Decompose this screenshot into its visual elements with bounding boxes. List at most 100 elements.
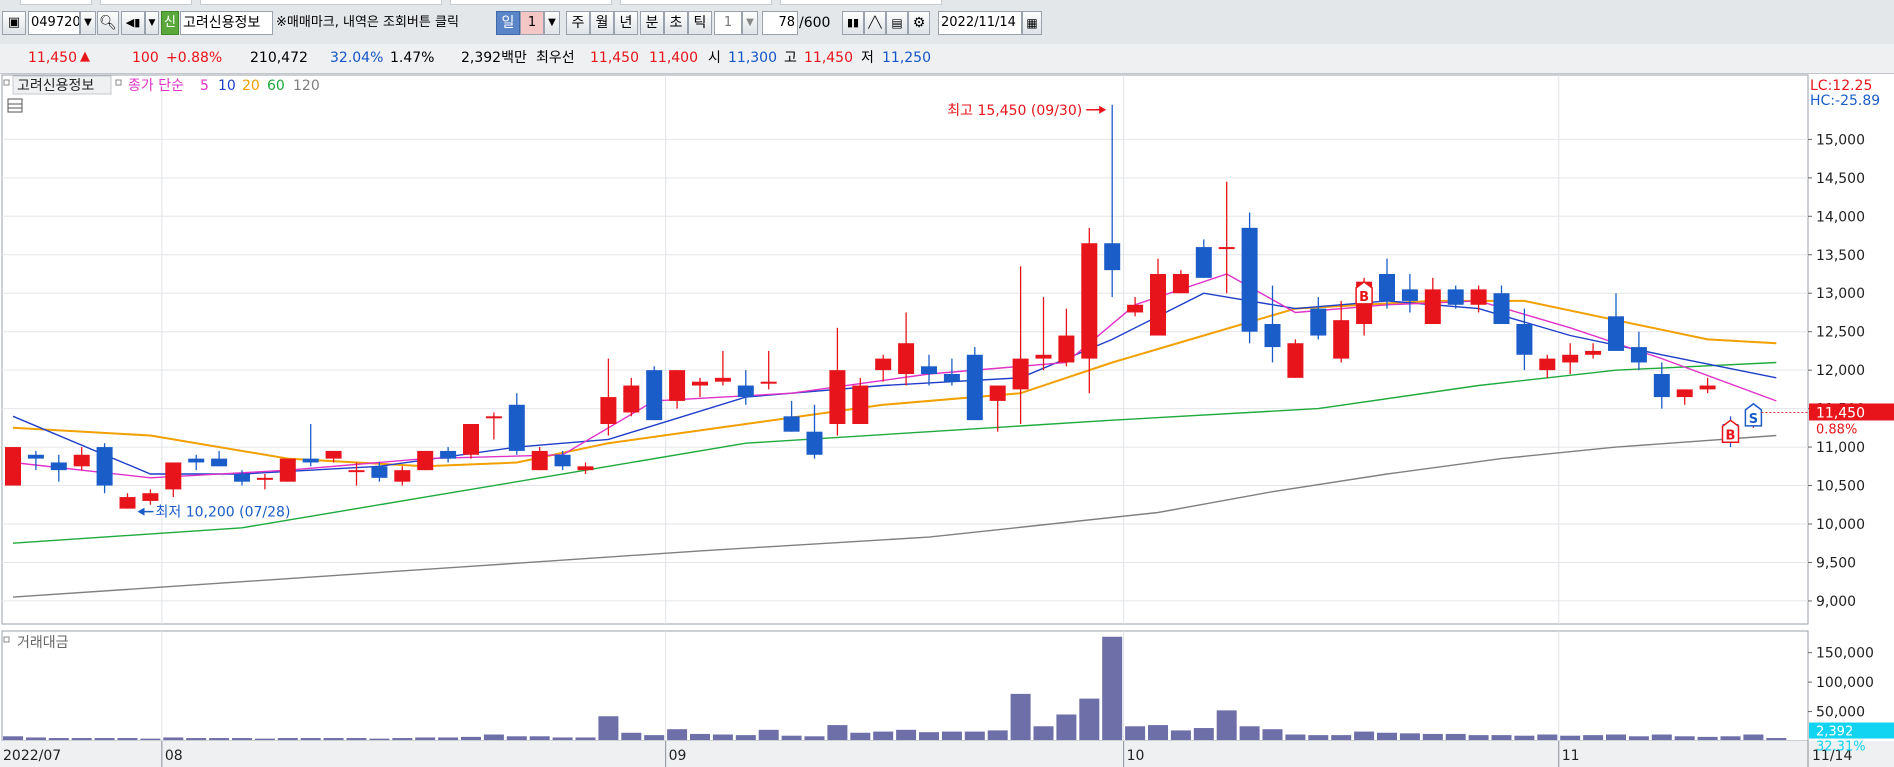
candle-body (1653, 374, 1670, 398)
day-count-field[interactable]: 1 (520, 11, 544, 35)
date-label: 11 (1562, 748, 1580, 764)
low-label: 저 (861, 50, 874, 66)
y-tick-label: 12,500 (1816, 325, 1865, 341)
volume-bar (1422, 733, 1443, 740)
period-week-button[interactable]: 주 (566, 11, 590, 35)
day-count-dropdown-icon[interactable]: ▼ (544, 11, 560, 35)
volume-bar (506, 736, 527, 740)
candle-body (256, 477, 273, 480)
candle-body (1493, 293, 1510, 324)
stock-chart[interactable]: 9,0009,50010,00010,50011,00011,50012,000… (0, 74, 1894, 767)
candle-body (27, 454, 44, 459)
speaker-icon[interactable]: ◀▮ (121, 11, 145, 35)
stock-code-input[interactable]: 049720 (28, 11, 80, 35)
volume-bar (1697, 736, 1718, 740)
turnover-ratio: 1.47% (390, 50, 435, 66)
volume-bar (1651, 734, 1672, 740)
chart-menu-icon[interactable]: ▣ (2, 11, 26, 35)
toolbar-tab[interactable] (450, 0, 612, 5)
candle-body (5, 447, 21, 486)
gear-icon[interactable]: ⚙ (908, 11, 930, 35)
candle-body (1035, 354, 1052, 359)
volume-bar (1720, 736, 1741, 740)
legend-item: 20 (242, 78, 260, 94)
volume-bar (735, 735, 756, 740)
toolbar-tab[interactable] (20, 0, 92, 5)
volume-bar (1010, 693, 1031, 740)
candle-body (875, 358, 892, 371)
period-minute-button[interactable]: 분 (640, 11, 664, 35)
legend-item: 10 (218, 78, 236, 94)
volume-bar (621, 732, 642, 740)
volume-y-tick-label: 50,000 (1816, 705, 1865, 721)
toolbar-tab[interactable] (200, 0, 442, 5)
volume-bar (1125, 726, 1146, 740)
trade-marker-label: S (1749, 412, 1758, 427)
y-tick-label: 11,000 (1816, 440, 1865, 456)
candle-body (302, 458, 319, 463)
volume-bar (827, 725, 848, 740)
candle-body (188, 458, 205, 463)
current-price-tag-label: 11,450 (1816, 405, 1865, 421)
candle-body (73, 454, 90, 467)
best-quote-label: 최우선 (536, 50, 575, 66)
volume-bar (3, 736, 23, 740)
period-second-button[interactable]: 초 (664, 11, 688, 35)
count-input[interactable]: 78 (762, 11, 798, 35)
date-input[interactable]: 2022/11/14 (938, 11, 1022, 35)
period-month-button[interactable]: 월 (590, 11, 614, 35)
volume-bar (1193, 728, 1214, 740)
y-tick-label: 9,500 (1816, 555, 1856, 571)
candle-body (394, 470, 411, 482)
candle-body (1310, 308, 1327, 336)
volume-bar (1079, 698, 1100, 740)
speaker-dropdown-icon[interactable]: ▼ (145, 11, 159, 35)
volume-bar (1216, 710, 1237, 740)
open-price: 11,300 (728, 50, 777, 66)
y-tick-label: 10,500 (1816, 479, 1865, 495)
volume-bar (964, 731, 985, 740)
candle-body (1608, 316, 1624, 351)
volume-bar (575, 737, 596, 740)
volume-ratio: 32.04% (330, 50, 384, 66)
current-volume-pct: 32.31% (1816, 740, 1866, 755)
toolbar-tab[interactable] (620, 0, 772, 5)
volume-bar (94, 738, 115, 740)
search-icon[interactable]: 🔍︎ (97, 11, 119, 35)
y-tick-label: 9,000 (1816, 594, 1856, 610)
trade-amount: 2,392백만 (461, 50, 527, 66)
period-tick-button[interactable]: 틱 (688, 11, 712, 35)
volume-bar (209, 738, 230, 740)
calendar-icon[interactable]: ▦ (1022, 11, 1042, 35)
volume-bar (644, 735, 665, 740)
toolbar-tab[interactable] (100, 0, 192, 5)
candle-body (1447, 289, 1464, 305)
high-label: 고 (784, 50, 797, 66)
volume-bar (1743, 734, 1764, 740)
candle-body (1104, 243, 1121, 271)
legend-item: 5 (200, 78, 209, 94)
candle-body (234, 474, 250, 482)
volume-bar (186, 738, 207, 740)
chart-title: 고려신용정보 (17, 78, 94, 94)
volume-bar (323, 738, 344, 740)
bid-price: 11,400 (649, 50, 698, 66)
volume-bar (1354, 731, 1375, 740)
chart-tools-icon[interactable]: ▮▮ (842, 11, 864, 35)
period-day-button[interactable]: 일 (496, 11, 520, 35)
line-tool-icon[interactable]: ╱╲ (864, 11, 886, 35)
volume-bar (1674, 736, 1695, 740)
candle-body (1218, 247, 1235, 250)
period-year-button[interactable]: 년 (614, 11, 638, 35)
volume-bar (25, 737, 46, 740)
interval-dropdown-icon[interactable]: ▼ (742, 11, 758, 35)
toolbar-tab[interactable] (780, 0, 942, 5)
interval-field[interactable]: 1 (714, 11, 742, 35)
y-tick-label: 13,500 (1816, 248, 1865, 264)
candle-body (1401, 289, 1418, 301)
code-dropdown-icon[interactable]: ▼ (80, 11, 96, 35)
y-tick-label: 15,000 (1816, 132, 1865, 148)
main-toolbar: ▣ 049720 ▼ 🔍︎ ◀▮ ▼ 신 고려신용정보 ※매매마크, 내역은 조… (0, 0, 1894, 45)
save-icon[interactable]: ▤ (886, 11, 908, 35)
candle-body (760, 381, 777, 384)
